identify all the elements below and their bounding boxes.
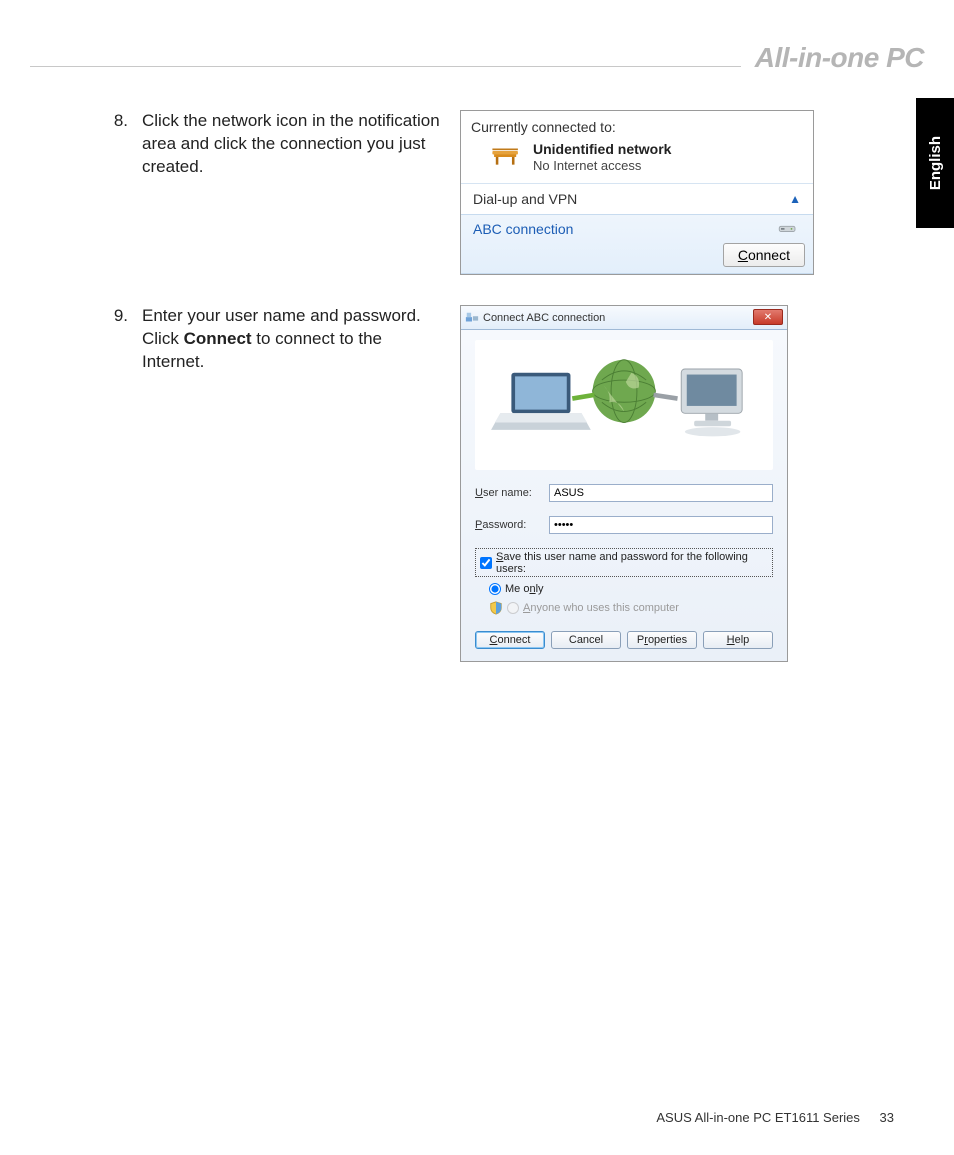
content-area: 8. Click the network icon in the notific… (110, 110, 894, 692)
dialog-cancel-button[interactable]: Cancel (551, 631, 621, 649)
close-icon[interactable]: ✕ (753, 309, 783, 325)
language-label: English (927, 136, 944, 190)
username-input[interactable] (549, 484, 773, 502)
footer-text: ASUS All-in-one PC ET1611 Series (656, 1110, 860, 1125)
page-header: All-in-one PC (0, 48, 954, 86)
connect-u: C (738, 247, 748, 263)
dialog-title: Connect ABC connection (483, 312, 605, 324)
page-number: 33 (880, 1110, 894, 1125)
dialog-body: User name: Password: Save this user name… (461, 330, 787, 661)
connect-dialog: Connect ABC connection ✕ (460, 305, 788, 662)
step-9-num: 9. (110, 305, 128, 374)
save-checkbox[interactable] (480, 557, 492, 569)
me-only-label: Me only (505, 583, 544, 595)
password-row: Password: (475, 516, 773, 534)
step-9: 9. Enter your user name and password. Cl… (110, 305, 894, 662)
page-footer: ASUS All-in-one PC ET1611 Series 33 (656, 1110, 894, 1125)
flyout-header: Currently connected to: (461, 111, 813, 183)
me-only-row[interactable]: Me only (489, 583, 773, 595)
connection-hero-image (475, 340, 773, 470)
dialup-section[interactable]: Dial-up and VPN ▲ (461, 183, 813, 214)
username-row: User name: (475, 484, 773, 502)
save-checkbox-row[interactable]: Save this user name and password for the… (475, 548, 773, 577)
password-label: Password: (475, 519, 549, 531)
step-8: 8. Click the network icon in the notific… (110, 110, 894, 275)
chevron-up-icon: ▲ (789, 192, 801, 206)
connect-rest: onnect (748, 247, 790, 263)
flyout-connect-button[interactable]: Connect (723, 243, 805, 267)
dialog-properties-button[interactable]: Properties (627, 631, 697, 649)
dialup-label: Dial-up and VPN (473, 191, 577, 207)
password-input[interactable] (549, 516, 773, 534)
save-label: Save this user name and password for the… (496, 551, 768, 575)
network-sub: No Internet access (533, 158, 671, 174)
connected-to-label: Currently connected to: (471, 119, 803, 135)
dialog-help-button[interactable]: Help (703, 631, 773, 649)
dialog-app-icon (465, 311, 479, 325)
step-8-body: Click the network icon in the notificati… (142, 110, 440, 179)
connection-row[interactable]: ABC connection Connect (461, 214, 813, 274)
network-text: Unidentified network No Internet access (533, 141, 671, 173)
anyone-row: Anyone who uses this computer (489, 601, 773, 615)
step-9-text: 9. Enter your user name and password. Cl… (110, 305, 440, 374)
step-8-text: 8. Click the network icon in the notific… (110, 110, 440, 179)
dialog-buttons: Connect Cancel Properties Help (475, 631, 773, 649)
current-network: Unidentified network No Internet access (471, 141, 803, 173)
network-name: Unidentified network (533, 141, 671, 158)
anyone-label: Anyone who uses this computer (523, 602, 679, 614)
bench-icon (489, 144, 523, 170)
modem-icon (777, 221, 799, 238)
step-9-body: Enter your user name and password. Click… (142, 305, 440, 374)
me-only-radio[interactable] (489, 583, 501, 595)
step-8-num: 8. (110, 110, 128, 179)
network-flyout: Currently connected to: (460, 110, 814, 275)
dialog-titlebar: Connect ABC connection ✕ (461, 306, 787, 330)
dialog-connect-button[interactable]: Connect (475, 631, 545, 649)
shield-icon (489, 601, 503, 615)
connection-name: ABC connection (473, 221, 573, 237)
language-tab: English (916, 98, 954, 228)
header-title: All-in-one PC (755, 42, 924, 73)
header-title-wrap: All-in-one PC (741, 42, 924, 74)
username-label: User name: (475, 487, 549, 499)
anyone-radio (507, 602, 519, 614)
